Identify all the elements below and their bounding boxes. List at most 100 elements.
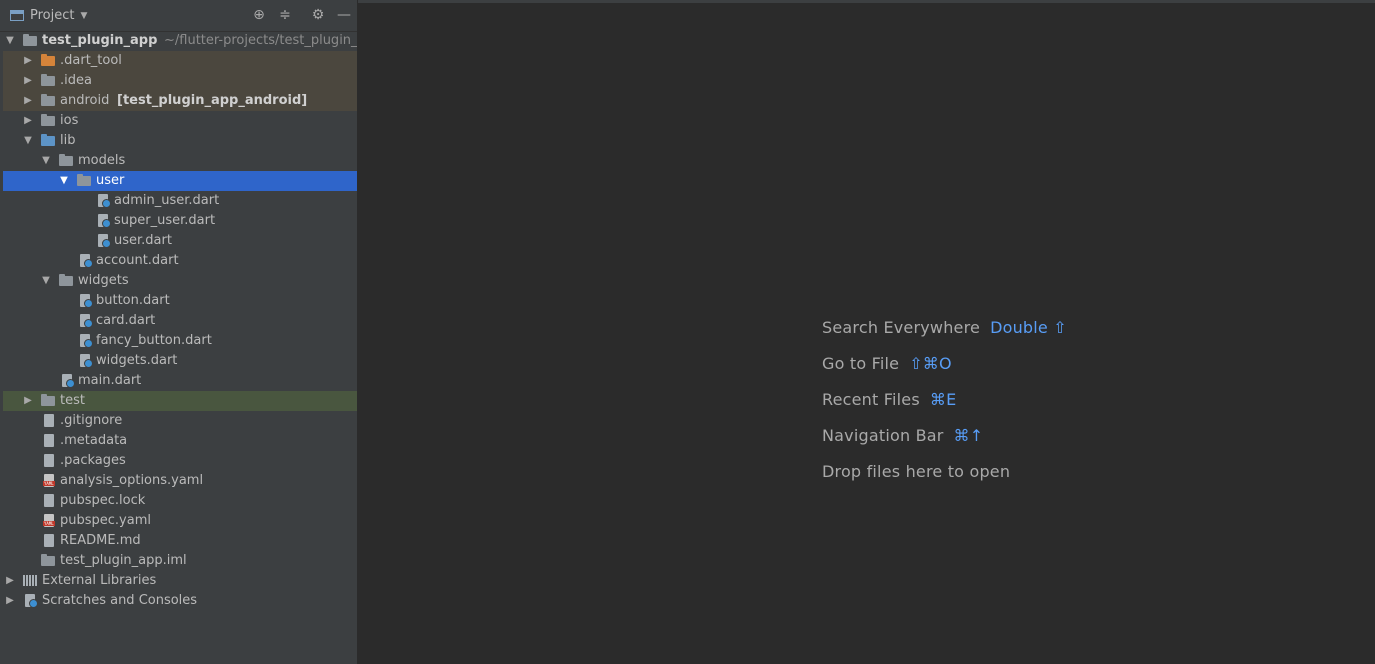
dart-file-icon bbox=[96, 214, 111, 228]
collapsed-arrow-icon[interactable]: ▶ bbox=[22, 51, 34, 71]
shortcut-key: ⇧⌘O bbox=[909, 354, 952, 373]
tree-item-widgets-folder[interactable]: ▼ widgets bbox=[3, 271, 357, 291]
collapsed-arrow-icon[interactable]: ▶ bbox=[22, 71, 34, 91]
tree-item-user-dart[interactable]: user.dart bbox=[3, 231, 357, 251]
tree-label: .packages bbox=[60, 453, 126, 468]
tree-label: account.dart bbox=[96, 253, 179, 268]
tree-item-admin-user[interactable]: admin_user.dart bbox=[3, 191, 357, 211]
tree-item-lib[interactable]: ▼ lib bbox=[3, 131, 357, 151]
expanded-arrow-icon[interactable]: ▼ bbox=[22, 131, 34, 151]
hint-navigation-bar: Navigation Bar ⌘↑ bbox=[822, 426, 983, 445]
hint-search-everywhere: Search Everywhere Double ⇧ bbox=[822, 318, 1067, 337]
minimize-icon[interactable]: — bbox=[335, 6, 353, 24]
tree-item-pubspec-yaml[interactable]: pubspec.yaml bbox=[3, 511, 357, 531]
expanded-arrow-icon[interactable]: ▼ bbox=[40, 271, 52, 291]
tree-item-widgets-dart[interactable]: widgets.dart bbox=[3, 351, 357, 371]
tree-item-root[interactable]: ▼ test_plugin_app ~/flutter-projects/tes… bbox=[3, 31, 357, 51]
expanded-arrow-icon[interactable]: ▼ bbox=[58, 171, 70, 191]
tree-label: admin_user.dart bbox=[114, 193, 220, 208]
root-path: ~/flutter-projects/test_plugin_ bbox=[164, 33, 357, 48]
package-folder-icon bbox=[77, 174, 91, 188]
shortcut-key: ⌘E bbox=[929, 390, 957, 409]
tree-item-fancy-button[interactable]: fancy_button.dart bbox=[3, 331, 357, 351]
tree-label: button.dart bbox=[96, 293, 170, 308]
collapsed-arrow-icon[interactable]: ▶ bbox=[22, 111, 34, 131]
root-name: test_plugin_app bbox=[42, 33, 158, 48]
tree-label: test bbox=[60, 393, 85, 408]
tree-item-analysis-options[interactable]: analysis_options.yaml bbox=[3, 471, 357, 491]
hint-label: Recent Files bbox=[822, 390, 920, 409]
tree-item-button[interactable]: button.dart bbox=[3, 291, 357, 311]
tree-item-dart-tool[interactable]: ▶ .dart_tool bbox=[3, 51, 357, 71]
expanded-arrow-icon[interactable]: ▼ bbox=[40, 151, 52, 171]
dart-file-icon bbox=[60, 374, 75, 388]
tree-item-user-folder[interactable]: ▼ user bbox=[3, 171, 357, 191]
expanded-arrow-icon[interactable]: ▼ bbox=[4, 31, 16, 51]
dart-file-icon bbox=[96, 194, 111, 208]
tree-label: .dart_tool bbox=[60, 53, 122, 68]
module-folder-icon bbox=[23, 34, 37, 48]
tree-label: External Libraries bbox=[42, 573, 157, 588]
tree-item-main[interactable]: main.dart bbox=[3, 371, 357, 391]
tree-item-test[interactable]: ▶ test bbox=[3, 391, 357, 411]
tree-label: Scratches and Consoles bbox=[42, 593, 198, 608]
file-icon bbox=[42, 494, 56, 508]
project-view-selector[interactable]: Project ▼ bbox=[10, 8, 87, 23]
package-folder-icon bbox=[59, 154, 73, 168]
tree-item-ios[interactable]: ▶ ios bbox=[3, 111, 357, 131]
tree-label: README.md bbox=[60, 533, 141, 548]
excluded-folder-icon bbox=[41, 54, 55, 68]
project-tree: ▼ test_plugin_app ~/flutter-projects/tes… bbox=[3, 31, 357, 611]
dart-file-icon bbox=[78, 254, 93, 268]
project-panel: Project ▼ ⊕ ≑ ⚙ — ▼ test_plugin_app ~/fl… bbox=[0, 0, 358, 664]
gear-icon[interactable]: ⚙ bbox=[309, 6, 327, 24]
hint-go-to-file: Go to File ⇧⌘O bbox=[822, 354, 952, 373]
test-folder-icon bbox=[41, 394, 55, 408]
tree-label: user.dart bbox=[114, 233, 172, 248]
tree-item-iml[interactable]: test_plugin_app.iml bbox=[3, 551, 357, 571]
tree-item-packages[interactable]: .packages bbox=[3, 451, 357, 471]
tree-item-account[interactable]: account.dart bbox=[3, 251, 357, 271]
collapsed-arrow-icon[interactable]: ▶ bbox=[22, 91, 34, 111]
tree-item-gitignore[interactable]: .gitignore bbox=[3, 411, 357, 431]
shortcut-key: Double ⇧ bbox=[990, 318, 1067, 337]
tree-label: .metadata bbox=[60, 433, 128, 448]
tree-item-external-libraries[interactable]: ▶ External Libraries bbox=[3, 571, 357, 591]
file-icon bbox=[42, 414, 56, 428]
tree-label: pubspec.yaml bbox=[60, 513, 151, 528]
dart-file-icon bbox=[78, 294, 93, 308]
tree-item-android[interactable]: ▶ android [test_plugin_app_android] bbox=[3, 91, 357, 111]
tree-item-idea[interactable]: ▶ .idea bbox=[3, 71, 357, 91]
module-folder-icon bbox=[41, 94, 55, 108]
tree-label: android bbox=[60, 93, 110, 108]
tree-item-scratches[interactable]: ▶ Scratches and Consoles bbox=[3, 591, 357, 611]
project-window-icon bbox=[10, 10, 24, 21]
hint-label: Go to File bbox=[822, 354, 900, 373]
module-name: [test_plugin_app_android] bbox=[117, 93, 308, 108]
dart-file-icon bbox=[96, 234, 111, 248]
collapsed-arrow-icon[interactable]: ▶ bbox=[4, 571, 16, 591]
collapse-icon[interactable]: ≑ bbox=[276, 6, 294, 24]
tree-item-readme[interactable]: README.md bbox=[3, 531, 357, 551]
hint-recent-files: Recent Files ⌘E bbox=[822, 390, 956, 409]
hint-label: Navigation Bar bbox=[822, 426, 944, 445]
scratches-icon bbox=[23, 594, 38, 608]
tree-item-card[interactable]: card.dart bbox=[3, 311, 357, 331]
file-icon bbox=[42, 434, 56, 448]
collapsed-arrow-icon[interactable]: ▶ bbox=[22, 391, 34, 411]
tree-label: .idea bbox=[60, 73, 92, 88]
tree-item-models[interactable]: ▼ models bbox=[3, 151, 357, 171]
tree-label: pubspec.lock bbox=[60, 493, 146, 508]
folder-icon bbox=[41, 114, 55, 128]
project-toolbar: Project ▼ ⊕ ≑ ⚙ — bbox=[0, 0, 357, 32]
tree-label: widgets bbox=[78, 273, 129, 288]
tree-label: fancy_button.dart bbox=[96, 333, 212, 348]
tree-item-pubspec-lock[interactable]: pubspec.lock bbox=[3, 491, 357, 511]
tree-item-super-user[interactable]: super_user.dart bbox=[3, 211, 357, 231]
tree-label: widgets.dart bbox=[96, 353, 178, 368]
tree-item-metadata[interactable]: .metadata bbox=[3, 431, 357, 451]
markdown-file-icon bbox=[42, 534, 56, 548]
collapsed-arrow-icon[interactable]: ▶ bbox=[4, 591, 16, 611]
package-folder-icon bbox=[59, 274, 73, 288]
locate-icon[interactable]: ⊕ bbox=[250, 6, 268, 24]
